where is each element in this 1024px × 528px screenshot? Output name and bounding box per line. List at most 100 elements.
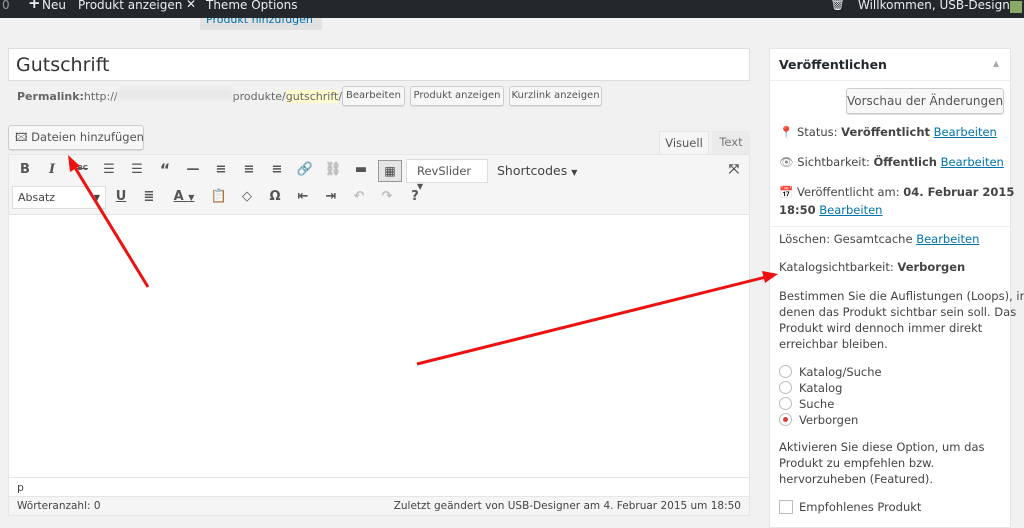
tab-text[interactable]: Text [712,131,750,154]
view-product-link[interactable]: Produkt anzeigen [78,0,182,12]
collapse-icon[interactable]: ▲ [993,59,999,68]
radio-catalog-search[interactable] [779,365,792,378]
editor-content[interactable] [9,214,749,478]
permalink: Permalink:http://produkte/gutschrift/ [17,89,342,103]
pin-icon: 📍 [779,125,797,139]
edit-permalink-button[interactable]: Bearbeiten [342,86,405,106]
indent-icon[interactable]: ⇥ [322,189,340,204]
featured-description: Produkt zu empfehlen bzw. [779,456,935,470]
catalog-description: Bestimmen Sie die Auflistungen (Loops), … [779,289,1024,303]
horizontal-line-icon[interactable]: — [184,162,202,177]
permalink-label: Permalink: [17,90,84,103]
shortcodes-label: Shortcodes [497,163,568,178]
welcome-user[interactable]: Willkommen, USB-Designer [858,0,1022,12]
radio-hidden[interactable] [779,413,792,426]
radio-catalog[interactable] [779,381,792,394]
chevron-down-icon: ▼ [93,193,100,202]
catalog-description: denen das Produkt sichtbar sein soll. Da… [779,305,1017,319]
tab-visual[interactable]: Visuell [659,131,709,155]
permalink-prefix: http:// [83,90,118,103]
last-edited: Zuletzt geändert von USB-Designer am 4. … [393,500,741,512]
featured-label: Empfohlenes Produkt [799,500,922,514]
undo-icon[interactable]: ↶ [350,189,368,204]
published-time: 18:50 [779,203,816,217]
plus-icon: + [28,0,41,12]
permalink-path: produkte/ [232,90,286,103]
strikethrough-icon[interactable]: ABC [71,164,89,172]
option-label: Katalog/Suche [799,365,882,379]
edit-date-link[interactable]: Bearbeiten [819,203,882,217]
link-icon[interactable]: 🔗 [296,162,314,177]
catalog-label: Katalogsichtbarkeit: [779,260,894,274]
featured-checkbox[interactable] [779,500,793,514]
published-label: Veröffentlicht am: [796,185,900,199]
add-media-button[interactable]: 🖾 Dateien hinzufügen [8,125,144,150]
blurred-domain [117,89,233,100]
cache-row: Löschen: Gesamtcache Bearbeiten [779,232,979,246]
shortlink-button[interactable]: Kurzlink anzeigen [509,86,602,106]
trash-icon[interactable]: 🗑 [830,0,845,11]
comments-count[interactable]: 0 [2,0,10,12]
underline-icon[interactable]: U [112,189,130,204]
paste-text-icon[interactable]: 📋 [210,189,228,204]
visibility-row: 👁 Sichtbarkeit: Öffentlich Bearbeiten [779,155,1004,169]
numbered-list-icon[interactable]: ☰ [128,162,146,177]
outdent-icon[interactable]: ⇤ [294,189,312,204]
justify-icon[interactable]: ≣ [140,189,158,204]
publish-title: Veröffentlichen [779,57,887,72]
align-center-icon[interactable]: ≡ [240,162,258,177]
shortcodes-dropdown[interactable]: Shortcodes ▼ [497,163,577,178]
edit-cache-link[interactable]: Bearbeiten [916,232,979,246]
align-right-icon[interactable]: ≡ [268,162,286,177]
published-time-row: 18:50 Bearbeiten [779,203,882,217]
preview-changes-button[interactable]: Vorschau der Änderungen [846,88,1004,114]
edit-status-link[interactable]: Bearbeiten [934,125,997,139]
fullscreen-icon[interactable]: ⤧ [725,162,743,177]
admin-bar: 0 + Neu Produkt anzeigen ✕ Theme Options… [0,0,1024,18]
edit-visibility-link[interactable]: Bearbeiten [941,155,1004,169]
bullet-list-icon[interactable]: ☰ [100,162,118,177]
clear-formatting-icon[interactable]: ◇ [238,189,256,204]
add-new-button[interactable]: Produkt hinzufügen [200,18,322,30]
status-value: Veröffentlicht [841,125,930,139]
catalog-value: Verborgen [897,260,966,274]
visibility-label: Sichtbarkeit: [797,155,870,169]
unlink-icon[interactable]: ⛓ [324,162,342,177]
title-input[interactable]: Gutschrift [8,48,750,81]
catalog-description: Produkt wird dennoch immer direkt [779,321,983,335]
align-left-icon[interactable]: ≡ [212,162,230,177]
option-label: Katalog [799,381,843,395]
new-link[interactable]: Neu [42,0,66,12]
catalog-visibility-row: Katalogsichtbarkeit: Verborgen [779,260,965,274]
published-row: 📅 Veröffentlicht am: 04. Februar 2015 [779,185,1014,199]
italic-icon[interactable]: I [43,162,61,177]
special-character-icon[interactable]: Ω [266,189,284,204]
eye-icon: 👁 [779,155,798,169]
revslider-dropdown[interactable]: RevSlider ▼ [406,159,488,191]
calendar-icon: 📅 [779,185,797,199]
help-icon[interactable]: ? [406,189,424,204]
view-product-button[interactable]: Produkt anzeigen [410,86,504,106]
bold-icon[interactable]: B [16,162,34,177]
redo-icon[interactable]: ↷ [378,189,396,204]
format-label: Absatz [18,191,56,204]
option-label: Verborgen [799,413,859,427]
radio-dot [783,417,788,422]
theme-options-link[interactable]: Theme Options [206,0,298,12]
word-count: Wörteranzahl: 0 [17,500,101,512]
published-date: 04. Februar 2015 [903,185,1015,199]
media-icon: 🖾 [15,130,32,144]
revslider-label: RevSlider [417,164,472,178]
element-path[interactable]: p [9,478,749,497]
add-media-label: Dateien hinzufügen [31,130,144,144]
format-select[interactable]: Absatz ▼ [12,186,106,209]
option-label: Suche [799,397,835,411]
text-color-icon[interactable]: A ▼ [170,189,198,204]
avatar[interactable] [1010,1,1022,13]
blockquote-icon[interactable]: “ [156,160,174,179]
read-more-icon[interactable]: ▬ [352,162,370,177]
permalink-slug[interactable]: gutschrift [285,90,339,103]
toolbar-toggle-icon[interactable]: ▦ [378,160,402,182]
featured-description: hervorzuheben (Featured). [779,472,934,486]
radio-search[interactable] [779,397,792,410]
